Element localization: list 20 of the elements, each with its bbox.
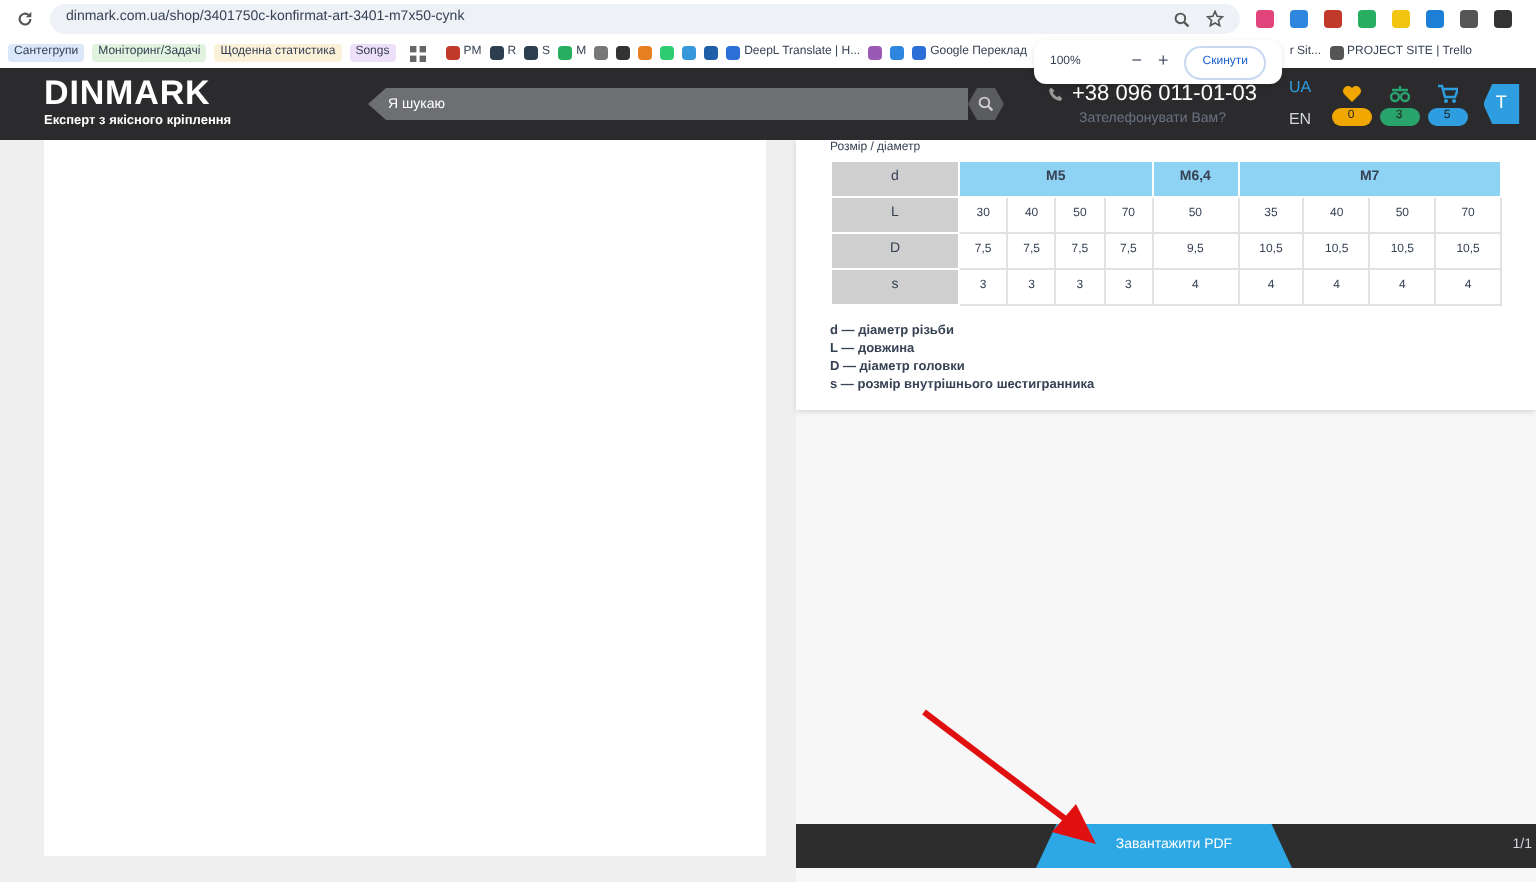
bookmark-icon[interactable] — [1329, 46, 1344, 60]
language-option[interactable]: EN — [1288, 108, 1312, 132]
scales-icon[interactable] — [1389, 83, 1410, 103]
search-button[interactable] — [968, 88, 1004, 120]
search-icon — [978, 96, 994, 112]
bookmark-icon[interactable] — [445, 46, 460, 60]
language-option[interactable]: UA — [1288, 76, 1312, 100]
cart-icon[interactable] — [1437, 83, 1458, 103]
phone-icon — [1048, 85, 1064, 102]
phone-number[interactable]: +38 096 011-01-03 — [1072, 77, 1257, 110]
logo[interactable]: DINMARK — [44, 76, 244, 113]
zoom-icon[interactable] — [1174, 11, 1190, 27]
heart-icon[interactable] — [1341, 83, 1362, 103]
reload-icon[interactable] — [16, 10, 34, 28]
bookmark-icon[interactable] — [524, 46, 539, 60]
star-icon[interactable] — [1206, 10, 1224, 28]
zoom-in-button[interactable]: + — [1158, 48, 1169, 76]
bookmark-icon[interactable] — [489, 46, 504, 60]
zoom-out-button[interactable]: − — [1131, 48, 1142, 76]
apps-grid-icon[interactable] — [409, 45, 426, 61]
